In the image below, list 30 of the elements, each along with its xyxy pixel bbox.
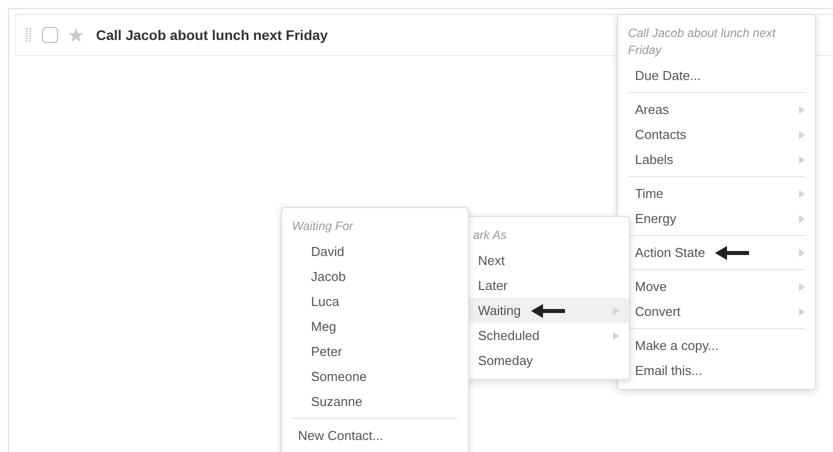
submenu-arrow-icon <box>799 248 805 256</box>
menu-header: ark As <box>472 227 508 244</box>
menu-header: Waiting For <box>291 218 354 235</box>
submenu-arrow-icon <box>799 130 805 138</box>
task-title: Call Jacob about lunch next Friday <box>96 27 328 43</box>
submenu-arrow-icon <box>799 190 805 198</box>
menu-header: Call Jacob about lunch next Friday <box>627 25 777 59</box>
menu-item[interactable]: New Contact... <box>282 423 468 448</box>
pointing-arrow-icon <box>715 246 750 260</box>
submenu-arrow-icon <box>799 282 805 290</box>
submenu-arrow-icon <box>799 214 805 222</box>
pointing-arrow-icon <box>530 304 565 318</box>
menu-item[interactable]: Due Date... <box>618 63 815 88</box>
drag-handle-icon[interactable] <box>26 28 32 42</box>
submenu-arrow-icon <box>799 308 805 316</box>
submenu-arrow-icon <box>613 332 619 340</box>
menu-item[interactable]: David <box>282 239 468 264</box>
task-checkbox[interactable] <box>42 27 58 43</box>
menu-item[interactable]: Labels <box>618 147 815 172</box>
menu-item[interactable]: Suzanne <box>282 389 468 414</box>
menu-item[interactable]: Someone <box>282 364 468 389</box>
menu-item[interactable]: Contacts <box>618 122 815 147</box>
submenu-arrow-icon <box>799 106 805 114</box>
submenu-arrow-icon <box>799 156 805 164</box>
star-icon[interactable] <box>68 27 84 43</box>
menu-item[interactable]: Time <box>618 181 815 206</box>
menu-item[interactable]: Areas <box>618 97 815 122</box>
submenu-arrow-icon <box>613 306 619 314</box>
menu-item[interactable]: Peter <box>282 339 468 364</box>
menu-item[interactable]: Jacob <box>282 264 468 289</box>
